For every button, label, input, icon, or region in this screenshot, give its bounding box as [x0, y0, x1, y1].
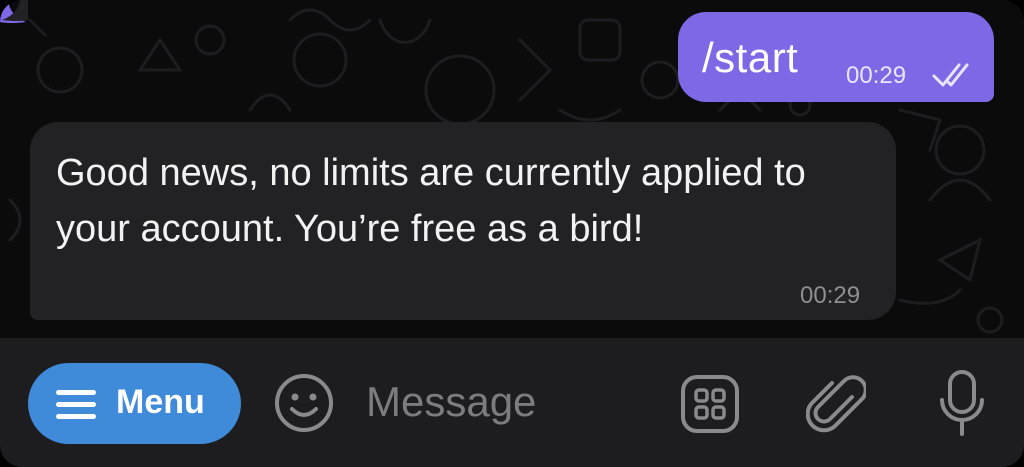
menu-button-label: Menu — [116, 383, 205, 421]
incoming-bubble-tail — [2, 0, 28, 21]
message-time: 00:29 — [846, 62, 907, 89]
hamburger-menu-icon — [54, 388, 100, 425]
message-input[interactable] — [366, 374, 646, 430]
message-time: 00:29 — [800, 282, 861, 309]
outgoing-message-bubble[interactable]: /start 00:29 — [678, 12, 994, 102]
chat-area[interactable]: /start 00:29 Good news, no limits are cu… — [0, 0, 1024, 340]
incoming-message-bubble[interactable]: Good news, no limits are currently appli… — [30, 122, 896, 320]
emoji-icon[interactable] — [272, 371, 336, 440]
menu-button[interactable]: Menu — [28, 363, 241, 444]
telegram-chat-screen: /start 00:29 Good news, no limits are cu… — [0, 0, 1024, 467]
message-text: Good news, no limits are currently appli… — [56, 152, 806, 250]
microphone-icon[interactable] — [934, 368, 990, 443]
message-input-bar: Menu — [0, 338, 1024, 467]
bot-commands-icon[interactable] — [680, 374, 740, 439]
attach-paperclip-icon[interactable] — [805, 371, 868, 440]
message-text: /start — [702, 34, 799, 81]
